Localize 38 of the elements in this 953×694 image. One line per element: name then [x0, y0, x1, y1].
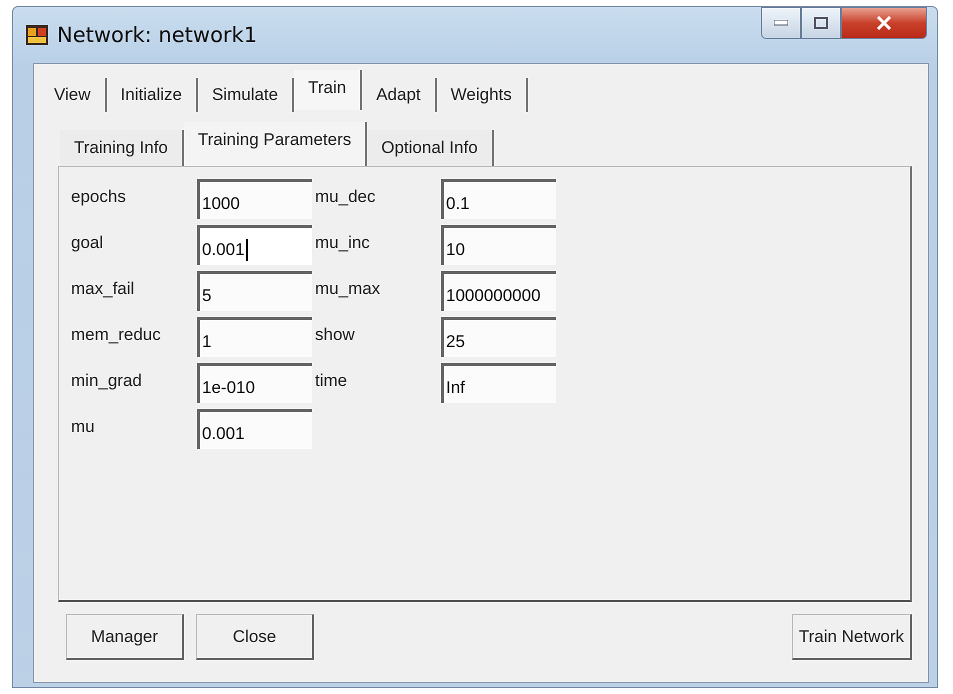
input-field[interactable]: 10: [441, 225, 556, 265]
text-caret: [246, 238, 248, 260]
dialog-button[interactable]: Close: [196, 614, 314, 660]
window-title: Network: network1: [57, 23, 258, 47]
tab[interactable]: Optional Info: [367, 130, 494, 166]
field-label: time: [315, 370, 348, 391]
minimize-icon: [774, 20, 788, 26]
input-field[interactable]: 0.1: [441, 179, 556, 219]
input-field[interactable]: 1000000000: [441, 271, 556, 311]
field-label: mu: [71, 416, 96, 437]
input-field[interactable]: 0.001: [197, 409, 312, 449]
input-field[interactable]: 25: [441, 317, 556, 357]
field-label: goal: [71, 232, 104, 253]
input-field[interactable]: 1: [197, 317, 312, 357]
field-label: mu_dec: [315, 186, 376, 207]
field-label: mu_inc: [315, 232, 371, 253]
input-field[interactable]: 1000: [197, 179, 312, 219]
tab[interactable]: Train: [294, 70, 362, 110]
tab[interactable]: Training Parameters: [184, 122, 368, 166]
field-label: mu_max: [315, 278, 382, 299]
field-label: show: [315, 324, 356, 345]
dialog-button[interactable]: Manager: [66, 614, 184, 660]
input-field[interactable]: Inf: [441, 363, 556, 403]
dialog-button[interactable]: Train Network: [792, 614, 912, 660]
app-icon: [25, 23, 49, 47]
maximize-button[interactable]: [801, 7, 841, 39]
maximize-icon: [814, 17, 828, 29]
minimize-button[interactable]: [761, 7, 801, 39]
close-icon: [876, 16, 892, 30]
field-label: min_grad: [71, 370, 143, 391]
close-button[interactable]: [841, 7, 927, 39]
input-field[interactable]: 5: [197, 271, 312, 311]
tab[interactable]: Training Info: [60, 130, 184, 166]
input-field[interactable]: 1e-010: [197, 363, 312, 403]
field-label: max_fail: [71, 278, 136, 299]
field-label: epochs: [71, 186, 127, 207]
input-field[interactable]: 0.001: [197, 225, 312, 265]
field-label: mem_reduc: [71, 324, 162, 345]
